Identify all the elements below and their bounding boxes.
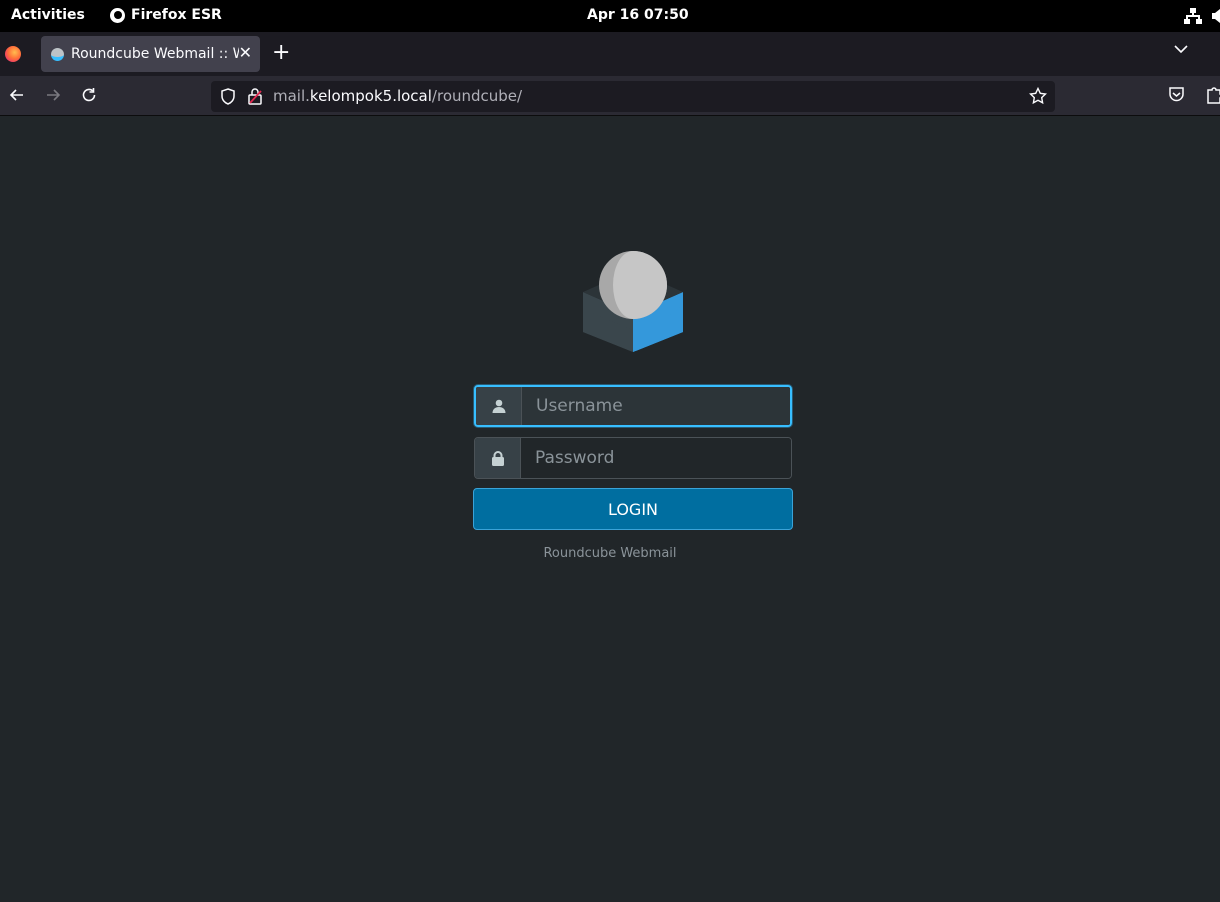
activities-button[interactable]: Activities (11, 7, 85, 23)
firefox-icon (110, 7, 125, 23)
roundcube-favicon-icon (51, 47, 64, 61)
tab-title: Roundcube Webmail :: Welcome to Roundcub… (71, 46, 239, 62)
user-icon (476, 387, 522, 425)
insecure-lock-icon[interactable] (248, 88, 262, 105)
address-bar[interactable]: mail.kelompok5.local/roundcube/ (211, 81, 1055, 112)
navigation-bar: mail.kelompok5.local/roundcube/ (0, 76, 1220, 116)
close-tab-icon[interactable]: ✕ (239, 43, 252, 62)
username-input[interactable] (522, 387, 790, 425)
password-field (474, 437, 792, 479)
roundcube-login-page: LOGIN Roundcube Webmail (0, 117, 1220, 902)
tracking-protection-icon[interactable] (220, 88, 236, 105)
roundcube-logo-icon (583, 251, 683, 352)
app-menu[interactable]: Firefox ESR (110, 7, 222, 23)
system-top-bar: Activities Firefox ESR Apr 16 07:50 (0, 0, 1220, 32)
system-tray[interactable] (1184, 8, 1220, 24)
forward-icon[interactable] (43, 85, 63, 105)
login-button[interactable]: LOGIN (473, 488, 793, 530)
url-text: mail.kelompok5.local/roundcube/ (273, 87, 523, 105)
network-icon (1184, 8, 1202, 24)
extensions-icon[interactable] (1206, 86, 1220, 104)
firefox-view-icon[interactable] (5, 46, 21, 62)
product-name: Roundcube Webmail (543, 546, 677, 561)
lock-icon (475, 438, 521, 478)
tab-roundcube[interactable]: Roundcube Webmail :: Welcome to Roundcub… (41, 36, 260, 72)
reload-icon[interactable] (79, 85, 99, 105)
pocket-icon[interactable] (1168, 86, 1185, 103)
tab-strip: Roundcube Webmail :: Welcome to Roundcub… (0, 32, 1220, 76)
new-tab-icon[interactable]: + (272, 42, 290, 64)
volume-icon (1212, 9, 1220, 23)
app-name: Firefox ESR (131, 7, 222, 23)
bookmark-star-icon[interactable] (1029, 87, 1047, 105)
username-field (474, 385, 792, 427)
password-input[interactable] (521, 438, 791, 478)
list-all-tabs-icon[interactable] (1174, 44, 1188, 54)
back-icon[interactable] (7, 85, 27, 105)
clock[interactable]: Apr 16 07:50 (587, 7, 689, 23)
